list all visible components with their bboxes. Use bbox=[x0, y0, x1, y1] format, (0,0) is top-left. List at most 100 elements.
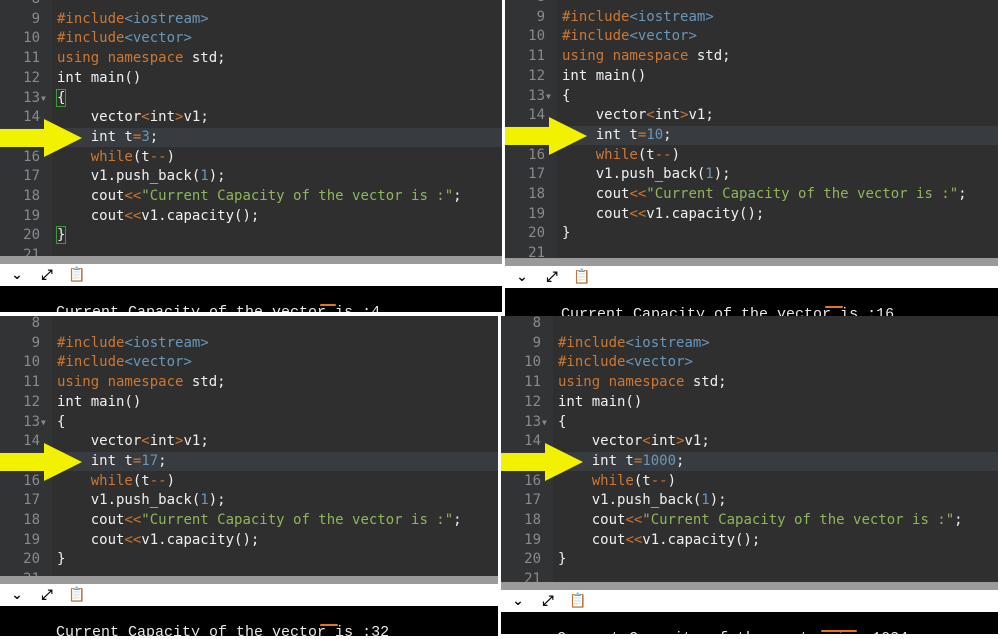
fold-toggle-icon[interactable]: ▼ bbox=[542, 413, 547, 433]
code-line-19[interactable]: 19 cout<<v1.capacity(); bbox=[0, 207, 502, 227]
expand-arrows-icon[interactable]: ⤢ bbox=[38, 586, 56, 604]
code-line-17[interactable]: 17 v1.push_back(1); bbox=[0, 491, 498, 511]
line-number: 9 bbox=[536, 8, 545, 25]
expand-arrows-icon[interactable]: ⤢ bbox=[543, 268, 561, 286]
code-line-12[interactable]: 12 int main() bbox=[505, 67, 998, 87]
code-text: using namespace std; bbox=[558, 373, 727, 393]
code-text: #include<vector> bbox=[57, 29, 192, 49]
chevron-down-icon[interactable]: ⌄ bbox=[8, 266, 26, 284]
brace: { bbox=[558, 413, 567, 430]
fold-toggle-icon[interactable]: ▼ bbox=[546, 87, 551, 107]
chevron-down-icon[interactable]: ⌄ bbox=[509, 592, 527, 610]
code-line-18[interactable]: 18 cout<<"Current Capacity of the vector… bbox=[0, 511, 498, 531]
code-line-8[interactable]: 8 bbox=[0, 0, 502, 10]
line-number: 19 bbox=[23, 531, 40, 548]
code-line-9[interactable]: 9 #include<iostream> bbox=[501, 334, 998, 354]
code-line-11[interactable]: 11 using namespace std; bbox=[505, 47, 998, 67]
chevron-down-icon[interactable]: ⌄ bbox=[8, 586, 26, 604]
line-number: 12 bbox=[528, 67, 545, 84]
code-text: #include<iostream> bbox=[57, 10, 209, 30]
code-line-12[interactable]: 12 int main() bbox=[501, 393, 998, 413]
code-line-19[interactable]: 19 cout<<v1.capacity(); bbox=[501, 531, 998, 551]
code-line-11[interactable]: 11 using namespace std; bbox=[501, 373, 998, 393]
code-editor[interactable]: 89#include<iostream>10#include<vector>11… bbox=[505, 0, 998, 258]
ident: v1.push_back( bbox=[591, 492, 702, 509]
ident: vector bbox=[90, 433, 142, 450]
code-line-9[interactable]: 9 #include<iostream> bbox=[505, 8, 998, 28]
header: <vector> bbox=[625, 354, 693, 371]
code-line-11[interactable]: 11 using namespace std; bbox=[0, 373, 498, 393]
code-text: #include<iostream> bbox=[558, 334, 710, 354]
op: -- bbox=[654, 146, 672, 163]
code-line-13[interactable]: 13 ▼ { bbox=[0, 88, 502, 109]
string: "Current Capacity of the vector is :" bbox=[141, 188, 454, 204]
horizontal-scrollbar[interactable] bbox=[0, 256, 502, 264]
code-line-20[interactable]: 20} bbox=[505, 224, 998, 244]
fold-toggle-icon[interactable]: ▼ bbox=[41, 413, 46, 433]
code-line-18[interactable]: 18 cout<<"Current Capacity of the vector… bbox=[501, 511, 998, 531]
code-editor[interactable]: 89#include<iostream>10#include<vector>11… bbox=[0, 0, 502, 256]
code-line-13[interactable]: 13 ▼ { bbox=[505, 87, 998, 107]
code-line-8[interactable]: 8 bbox=[0, 316, 498, 334]
code-line-21[interactable]: 21 bbox=[0, 246, 502, 256]
console-toolbar: ⌄ ⤢ 📋 bbox=[0, 584, 498, 606]
code-line-9[interactable]: 9 #include<iostream> bbox=[0, 10, 502, 30]
op: < bbox=[646, 107, 655, 124]
line-number: 13 bbox=[524, 413, 541, 430]
line-number: 17 bbox=[23, 168, 40, 185]
horizontal-scrollbar[interactable] bbox=[0, 576, 498, 584]
expand-arrows-icon[interactable]: ⤢ bbox=[38, 266, 56, 284]
code-line-12[interactable]: 12 int main() bbox=[0, 393, 498, 413]
code-line-13[interactable]: 13 ▼ { bbox=[501, 413, 998, 433]
ide-panel-bottom-right: 8 9 #include<iostream> 10 #include<vector> 11… bbox=[501, 316, 998, 634]
ident: int t bbox=[591, 452, 634, 469]
code-line-20[interactable]: 20} bbox=[501, 550, 998, 570]
code-line-20[interactable]: 20} bbox=[0, 550, 498, 570]
chevron-down-icon[interactable]: ⌄ bbox=[513, 268, 531, 286]
code-line-21[interactable]: 21 bbox=[501, 570, 998, 582]
code-editor[interactable]: 89#include<iostream>10#include<vector>11… bbox=[0, 316, 498, 576]
code-line-10[interactable]: 10 #include<vector> bbox=[505, 27, 998, 47]
code-line-12[interactable]: 12 int main() bbox=[0, 69, 502, 89]
ident: v1.capacity(); bbox=[141, 207, 260, 224]
kw: int bbox=[149, 109, 176, 126]
code-text: using namespace std; bbox=[562, 47, 731, 67]
op: << bbox=[124, 531, 142, 548]
clipboard-icon[interactable]: 📋 bbox=[569, 592, 587, 610]
fold-toggle-icon[interactable]: ▼ bbox=[41, 89, 46, 109]
kw: #include bbox=[558, 334, 626, 351]
clipboard-icon[interactable]: 📋 bbox=[68, 586, 86, 604]
code-editor[interactable]: 89#include<iostream>10#include<vector>11… bbox=[501, 316, 998, 582]
code-line-19[interactable]: 19 cout<<v1.capacity(); bbox=[505, 205, 998, 225]
code-line-19[interactable]: 19 cout<<v1.capacity(); bbox=[0, 531, 498, 551]
code-line-17[interactable]: 17 v1.push_back(1); bbox=[505, 165, 998, 185]
ident: (t bbox=[637, 146, 655, 163]
code-line-8[interactable]: 8 bbox=[501, 316, 998, 334]
clipboard-icon[interactable]: 📋 bbox=[68, 266, 86, 284]
code-line-8[interactable]: 8 bbox=[505, 0, 998, 8]
code-line-13[interactable]: 13 ▼ { bbox=[0, 413, 498, 433]
expand-arrows-icon[interactable]: ⤢ bbox=[539, 592, 557, 610]
code-line-18[interactable]: 18 cout<<"Current Capacity of the vector… bbox=[0, 187, 502, 207]
code-line-21[interactable]: 21 bbox=[505, 244, 998, 258]
punct: ) bbox=[166, 148, 176, 165]
punct: ; bbox=[149, 128, 159, 145]
code-line-20[interactable]: 20} bbox=[0, 226, 502, 246]
header: <iostream> bbox=[124, 10, 209, 27]
number: 1 bbox=[701, 492, 710, 509]
code-text: int main() bbox=[57, 69, 141, 89]
line-number: 19 bbox=[23, 207, 40, 224]
code-line-18[interactable]: 18 cout<<"Current Capacity of the vector… bbox=[505, 185, 998, 205]
code-line-10[interactable]: 10 #include<vector> bbox=[0, 29, 502, 49]
code-line-10[interactable]: 10 #include<vector> bbox=[501, 353, 998, 373]
horizontal-scrollbar[interactable] bbox=[501, 582, 998, 590]
clipboard-icon[interactable]: 📋 bbox=[573, 268, 591, 286]
code-line-17[interactable]: 17 v1.push_back(1); bbox=[0, 167, 502, 187]
op: < bbox=[141, 433, 150, 450]
horizontal-scrollbar[interactable] bbox=[505, 258, 998, 266]
code-line-10[interactable]: 10 #include<vector> bbox=[0, 353, 498, 373]
line-number: 12 bbox=[23, 69, 40, 86]
code-line-11[interactable]: 11 using namespace std; bbox=[0, 49, 502, 69]
code-line-17[interactable]: 17 v1.push_back(1); bbox=[501, 491, 998, 511]
code-line-9[interactable]: 9 #include<iostream> bbox=[0, 334, 498, 354]
